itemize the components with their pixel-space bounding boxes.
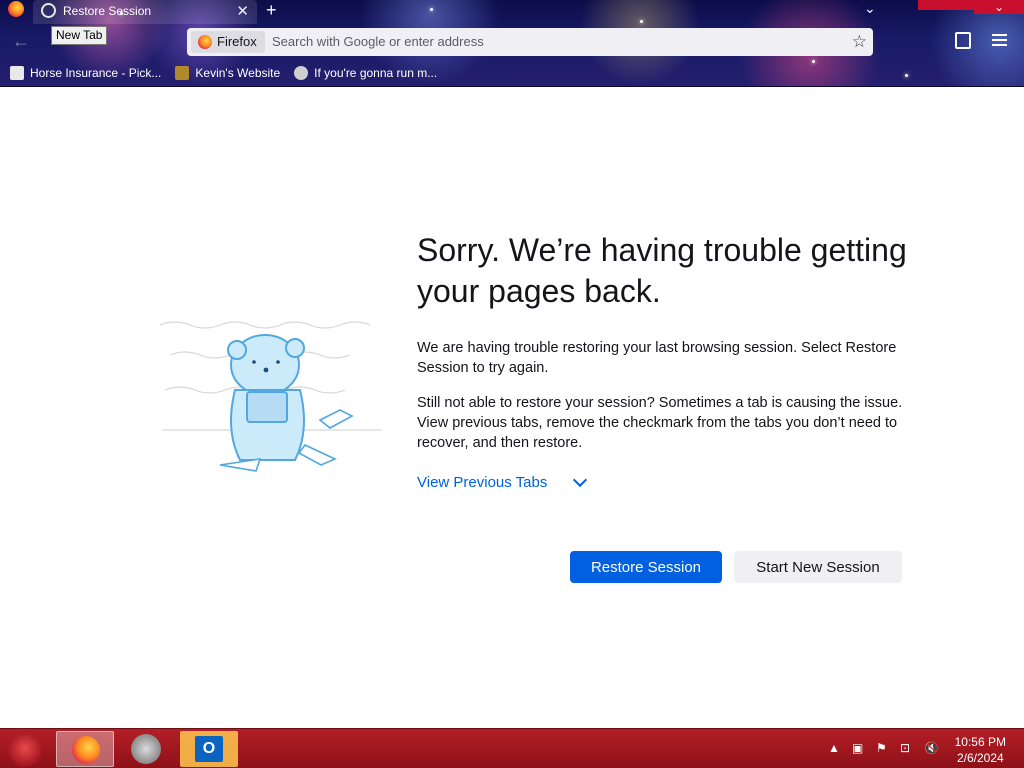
bookmark-favicon-icon: [294, 66, 309, 80]
taskbar-firefox[interactable]: [56, 731, 114, 767]
clock-time: 10:56 PM: [954, 735, 1006, 749]
bookmark-favicon-icon: [175, 66, 190, 80]
taskbar-safari[interactable]: [118, 731, 176, 767]
taskbar: O ▲ ▣ ⚑ ⊡ 🔇 10:56 PM 2/6/2024: [0, 728, 1024, 768]
firework-spark: [812, 60, 815, 63]
tab-title: Restore Session: [63, 4, 152, 18]
bookmark-item[interactable]: Horse Insurance - Pick...: [10, 64, 161, 82]
outlook-icon: O: [195, 736, 223, 762]
action-center-flag-icon[interactable]: ⚑: [876, 741, 890, 755]
firefox-logo-icon: [198, 35, 212, 49]
bookmark-star-icon[interactable]: ☆: [852, 32, 867, 52]
bookmark-item[interactable]: Kevin's Website: [175, 64, 280, 82]
view-previous-tabs-toggle[interactable]: View Previous Tabs: [417, 472, 588, 491]
clock-date: 2/6/2024: [956, 751, 1004, 765]
window-minimize-button[interactable]: [918, 0, 974, 10]
help-paragraph: Still not able to restore your session? …: [417, 395, 903, 451]
firework-spark: [640, 20, 643, 23]
url-input[interactable]: Search with Google or enter address: [272, 34, 484, 49]
restore-session-button[interactable]: Restore Session: [570, 551, 722, 583]
url-bar[interactable]: Firefox Search with Google or enter addr…: [187, 28, 873, 56]
safari-icon: [131, 734, 161, 764]
bookmark-favicon-icon: [10, 66, 24, 80]
list-all-tabs-icon[interactable]: ⌄: [864, 0, 876, 17]
volume-muted-icon[interactable]: 🔇: [924, 741, 939, 755]
bear-illustration: [159, 321, 382, 472]
view-previous-tabs-label: View Previous Tabs: [417, 474, 548, 491]
page-title: Sorry. We’re having trouble getting your…: [417, 232, 907, 309]
start-button[interactable]: [8, 733, 42, 767]
bookmarks-toolbar: Horse Insurance - Pick... Kevin's Websit…: [10, 64, 437, 82]
extensions-icon[interactable]: [955, 32, 971, 49]
tab-info-icon: [41, 3, 56, 18]
firework-spark: [905, 74, 908, 77]
bookmark-item[interactable]: If you're gonna run m...: [294, 64, 437, 82]
identity-box[interactable]: Firefox: [191, 31, 265, 53]
display-icon[interactable]: ⊡: [900, 741, 914, 755]
tab-close-icon[interactable]: ✕: [236, 2, 249, 20]
firefox-icon: [72, 736, 100, 764]
start-new-session-button[interactable]: Start New Session: [734, 551, 902, 583]
firework-spark: [430, 8, 433, 11]
network-icon[interactable]: ▣: [852, 741, 866, 755]
firefox-view-icon[interactable]: [8, 1, 24, 17]
identity-label: Firefox: [217, 34, 257, 49]
description-paragraph: We are having trouble restoring your las…: [417, 340, 897, 376]
show-hidden-icons-icon[interactable]: ▲: [828, 741, 842, 755]
new-tab-tooltip: New Tab: [51, 26, 108, 45]
browser-chrome: Restore Session ✕ + ⌄ ⌄ ← Firefox Search…: [0, 0, 1024, 87]
new-tab-button[interactable]: +: [266, 0, 277, 21]
system-tray: ▲ ▣ ⚑ ⊡ 🔇: [828, 741, 939, 755]
taskbar-outlook[interactable]: O: [180, 731, 238, 767]
clock[interactable]: 10:56 PM 2/6/2024: [955, 734, 1006, 766]
window-close-button[interactable]: ⌄: [974, 0, 1024, 14]
hamburger-menu-icon[interactable]: [992, 34, 1007, 49]
chevron-down-icon: [573, 472, 588, 487]
back-arrow-icon[interactable]: ←: [12, 31, 30, 52]
tab-restore-session[interactable]: Restore Session ✕: [33, 0, 257, 24]
